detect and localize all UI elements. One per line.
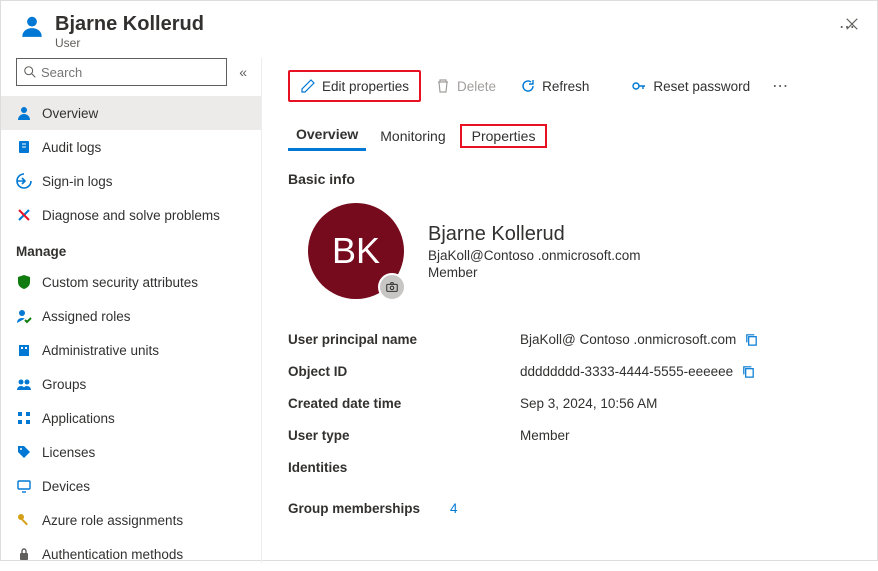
objectid-value: dddddddd-3333-4444-5555-eeeeee	[520, 364, 733, 379]
sidebar-item-licenses[interactable]: Licenses	[1, 435, 261, 469]
sidebar-item-devices[interactable]: Devices	[1, 469, 261, 503]
sidebar-item-authentication-methods[interactable]: Authentication methods	[1, 537, 261, 571]
sidebar-label: Licenses	[42, 445, 95, 460]
upn-label: User principal name	[288, 332, 520, 347]
avatar: BK	[308, 203, 404, 299]
key-icon	[16, 512, 32, 528]
profile-display-name: Bjarne Kollerud	[428, 223, 641, 246]
sidebar-label: Diagnose and solve problems	[42, 208, 220, 223]
section-basic-info: Basic info	[288, 171, 851, 187]
avatar-initials: BK	[332, 230, 380, 272]
sidebar-label: Audit logs	[42, 140, 101, 155]
sidebar-section-manage: Manage	[1, 232, 261, 265]
command-bar: Edit properties Delete Refresh Reset pas…	[288, 70, 851, 102]
toolbar-more-button[interactable]: ⋯	[764, 72, 797, 100]
identities-label: Identities	[288, 460, 520, 475]
profile-upn: BjaKoll@Contoso .onmicrosoft.com	[428, 248, 641, 263]
delete-label: Delete	[457, 79, 496, 94]
usertype-label: User type	[288, 428, 520, 443]
user-icon	[19, 13, 45, 39]
blade-subtitle: User	[55, 36, 829, 50]
sidebar-item-custom-security-attributes[interactable]: Custom security attributes	[1, 265, 261, 299]
close-button[interactable]	[843, 15, 861, 33]
building-icon	[16, 342, 32, 358]
sidebar-label: Custom security attributes	[42, 275, 198, 290]
created-label: Created date time	[288, 396, 520, 411]
sidebar-item-audit-logs[interactable]: Audit logs	[1, 130, 261, 164]
collapse-sidebar-button[interactable]: «	[235, 60, 251, 84]
tabs: Overview Monitoring Properties	[288, 120, 851, 151]
shield-icon	[16, 274, 32, 290]
pencil-icon	[300, 78, 316, 94]
trash-icon	[435, 78, 451, 94]
created-value: Sep 3, 2024, 10:56 AM	[520, 396, 657, 411]
sidebar-label: Sign-in logs	[42, 174, 113, 189]
person-check-icon	[16, 308, 32, 324]
sidebar-item-overview[interactable]: Overview	[1, 96, 261, 130]
reset-password-label: Reset password	[653, 79, 750, 94]
monitor-icon	[16, 478, 32, 494]
sidebar-item-groups[interactable]: Groups	[1, 367, 261, 401]
edit-properties-label: Edit properties	[322, 79, 409, 94]
sidebar-item-applications[interactable]: Applications	[1, 401, 261, 435]
sidebar-label: Groups	[42, 377, 86, 392]
sidebar-label: Overview	[42, 106, 98, 121]
search-input[interactable]	[41, 65, 220, 80]
signin-icon	[16, 173, 32, 189]
usertype-value: Member	[520, 428, 570, 443]
delete-button[interactable]: Delete	[425, 72, 506, 100]
refresh-icon	[520, 78, 536, 94]
copy-icon[interactable]	[744, 332, 759, 347]
edit-properties-button[interactable]: Edit properties	[288, 70, 421, 102]
tab-properties[interactable]: Properties	[464, 122, 544, 150]
sidebar-label: Authentication methods	[42, 547, 183, 562]
sidebar-item-azure-role-assignments[interactable]: Azure role assignments	[1, 503, 261, 537]
search-box[interactable]	[16, 58, 227, 86]
tab-monitoring[interactable]: Monitoring	[372, 122, 453, 150]
people-icon	[16, 376, 32, 392]
blade-header: Bjarne Kollerud User ⋯	[1, 1, 877, 58]
refresh-label: Refresh	[542, 79, 589, 94]
profile: BK Bjarne Kollerud BjaKoll@Contoso .onmi…	[308, 203, 851, 299]
person-icon	[16, 105, 32, 121]
sidebar-label: Devices	[42, 479, 90, 494]
sidebar-item-assigned-roles[interactable]: Assigned roles	[1, 299, 261, 333]
group-memberships-label: Group memberships	[288, 501, 420, 516]
sidebar-label: Administrative units	[42, 343, 159, 358]
edit-photo-button[interactable]	[378, 273, 406, 301]
profile-membership: Member	[428, 265, 641, 280]
search-icon	[23, 65, 37, 79]
camera-icon	[385, 280, 399, 294]
sidebar-item-signin-logs[interactable]: Sign-in logs	[1, 164, 261, 198]
sidebar-item-diagnose[interactable]: Diagnose and solve problems	[1, 198, 261, 232]
refresh-button[interactable]: Refresh	[510, 72, 599, 100]
sidebar-label: Azure role assignments	[42, 513, 183, 528]
sidebar-item-administrative-units[interactable]: Administrative units	[1, 333, 261, 367]
key-reset-icon	[631, 78, 647, 94]
sidebar-label: Assigned roles	[42, 309, 131, 324]
sidebar: « Overview Audit logs Sign-in logs Diagn…	[1, 58, 262, 563]
wrench-icon	[16, 207, 32, 223]
main-content: Edit properties Delete Refresh Reset pas…	[262, 58, 877, 563]
tag-icon	[16, 444, 32, 460]
notebook-icon	[16, 139, 32, 155]
grid-icon	[16, 410, 32, 426]
lock-icon	[16, 546, 32, 562]
objectid-label: Object ID	[288, 364, 520, 379]
blade-title: Bjarne Kollerud	[55, 13, 829, 36]
sidebar-label: Applications	[42, 411, 115, 426]
copy-icon[interactable]	[741, 364, 756, 379]
upn-value: BjaKoll@ Contoso .onmicrosoft.com	[520, 332, 736, 347]
group-memberships-count[interactable]: 4	[450, 501, 458, 516]
reset-password-button[interactable]: Reset password	[621, 72, 760, 100]
tab-overview[interactable]: Overview	[288, 120, 366, 151]
